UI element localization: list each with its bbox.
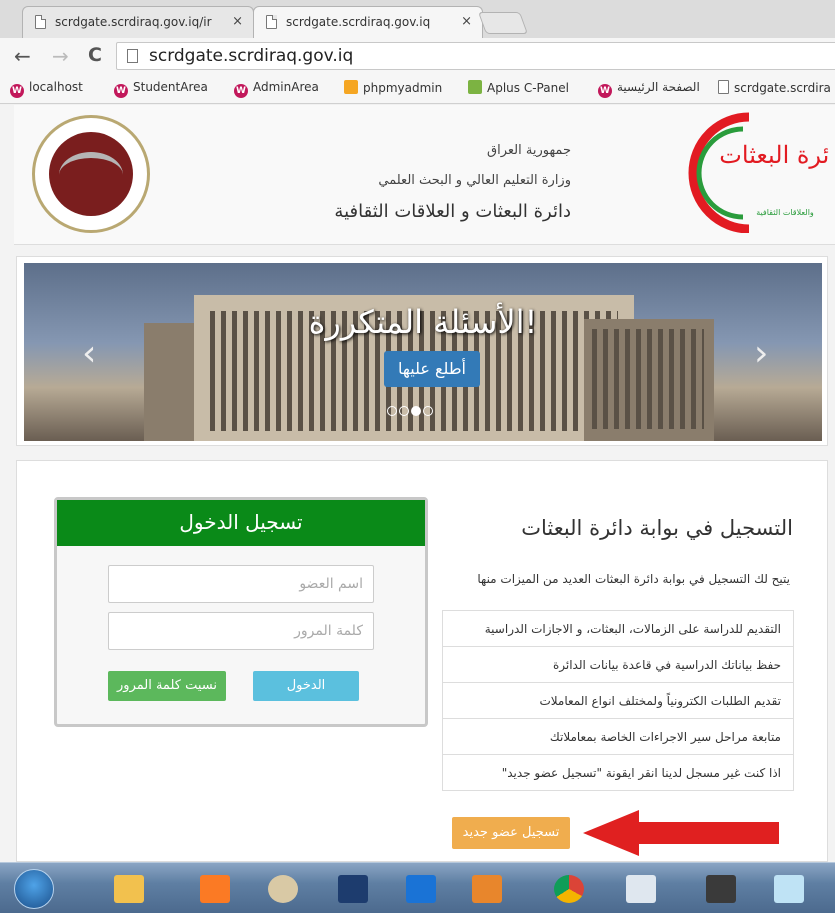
username-input[interactable]	[109, 566, 373, 602]
carousel-dot-active[interactable]	[411, 406, 421, 416]
web-page: جمهورية العراق وزارة التعليم العالي و ال…	[0, 105, 835, 862]
tab-inactive[interactable]: scrdgate.scrdiraq.gov.iq/ir ×	[22, 6, 254, 38]
page-icon	[35, 15, 46, 29]
forgot-password-button[interactable]: نسيت كلمة المرور	[108, 671, 226, 701]
list-item: متابعة مراحل سير الاجراءات الخاصة بمعامل…	[442, 718, 794, 755]
login-button[interactable]: الدخول	[253, 671, 359, 701]
register-button[interactable]: تسجيل عضو جديد	[452, 817, 570, 849]
registration-title: التسجيل في بوابة دائرة البعثات	[521, 516, 793, 540]
logo-subtitle: والعلاقات الثقافية	[756, 208, 814, 217]
header-ministry: وزارة التعليم العالي و البحث العلمي	[378, 173, 571, 188]
carousel-dot[interactable]	[387, 406, 397, 416]
faq-button[interactable]: أطلع عليها	[384, 351, 480, 387]
new-tab-button[interactable]	[477, 12, 529, 34]
features-list: التقديم للدراسة على الزمالات، البعثات، و…	[442, 610, 794, 791]
list-item: التقديم للدراسة على الزمالات، البعثات، و…	[442, 610, 794, 647]
carousel-dot[interactable]	[399, 406, 409, 416]
tab-title: scrdgate.scrdiraq.gov.iq	[286, 15, 431, 29]
start-orb-icon[interactable]	[10, 869, 58, 909]
list-item: اذا كنت غير مسجل لدينا انقر ايقونة "تسجي…	[442, 754, 794, 791]
windows-taskbar	[0, 862, 835, 913]
login-title: تسجيل الدخول	[57, 500, 425, 546]
sublime-text-icon[interactable]	[692, 869, 750, 909]
list-item: تقديم الطلبات الكترونياً ولمختلف انواع ا…	[442, 682, 794, 719]
carousel-dot[interactable]	[423, 406, 433, 416]
list-item: حفظ بياناتك الدراسية في قاعدة بيانات الد…	[442, 646, 794, 683]
bookmark-home[interactable]: W الصفحة الرئيسية	[598, 80, 700, 98]
bookmarks-bar: Wlocalhost W StudentArea W AdminArea phpmy…	[0, 74, 835, 104]
bookmark-studentarea[interactable]: W StudentArea	[114, 80, 208, 98]
notepad-icon[interactable]	[760, 869, 818, 909]
address-url: scrdgate.scrdiraq.gov.iq	[149, 46, 354, 66]
w-icon: W	[10, 84, 24, 98]
window-icon[interactable]	[612, 869, 670, 909]
address-bar[interactable]: scrdgate.scrdiraq.gov.iq	[116, 42, 835, 70]
red-arrow-annotation	[583, 810, 779, 856]
password-input[interactable]	[109, 613, 373, 649]
paint-icon[interactable]	[254, 869, 312, 909]
aplus-icon	[468, 80, 482, 94]
close-tab-icon[interactable]: ×	[461, 14, 472, 29]
password-field[interactable]	[108, 612, 374, 650]
browser-toolbar: ← → C scrdgate.scrdiraq.gov.iq	[0, 38, 835, 74]
bookmark-aplus[interactable]: Aplus C-Panel	[468, 80, 569, 95]
carousel-slide[interactable]: الأسئلة المتكررة! أطلع عليها ‹ ›	[24, 263, 822, 441]
remote-desktop-icon[interactable]	[324, 869, 382, 909]
close-tab-icon[interactable]: ×	[232, 14, 243, 29]
pma-icon	[344, 80, 358, 94]
back-icon[interactable]: ←	[14, 44, 31, 68]
bookmark-localhost[interactable]: Wlocalhost	[10, 80, 83, 98]
w-icon: W	[114, 84, 128, 98]
w-icon: W	[598, 84, 612, 98]
header-department: دائرة البعثات و العلاقات الثقافية	[334, 201, 571, 222]
image-carousel: الأسئلة المتكررة! أطلع عليها ‹ ›	[16, 256, 828, 446]
header-republic: جمهورية العراق	[487, 143, 571, 158]
bookmark-scrdgate[interactable]: scrdgate.scrdira	[718, 80, 831, 95]
w-icon: W	[234, 84, 248, 98]
carousel-prev-icon[interactable]: ‹	[82, 333, 96, 374]
carousel-next-icon[interactable]: ›	[754, 333, 768, 374]
media-player-icon[interactable]	[458, 869, 516, 909]
chrome-icon[interactable]	[540, 869, 598, 909]
username-field[interactable]	[108, 565, 374, 603]
main-content: تسجيل الدخول الدخول نسيت كلمة المرور الت…	[16, 460, 828, 862]
xampp-icon[interactable]	[186, 869, 244, 909]
reload-icon[interactable]: C	[88, 44, 102, 66]
ministry-logo	[32, 115, 150, 233]
site-header: جمهورية العراق وزارة التعليم العالي و ال…	[14, 105, 835, 245]
logo-title: دائرة البعثات	[719, 141, 829, 169]
carousel-indicators	[386, 401, 434, 420]
department-logo: دائرة البعثات والعلاقات الثقافية	[688, 112, 829, 233]
carousel-caption: الأسئلة المتكررة!	[308, 303, 538, 341]
page-icon	[127, 49, 138, 63]
login-panel: تسجيل الدخول الدخول نسيت كلمة المرور	[54, 497, 428, 727]
page-icon	[266, 15, 277, 29]
file-explorer-icon[interactable]	[100, 869, 158, 909]
forward-icon[interactable]: →	[52, 44, 69, 68]
registration-subtitle: يتيح لك التسجيل في بوابة دائرة البعثات ا…	[477, 572, 790, 586]
page-icon	[718, 80, 729, 94]
tab-title: scrdgate.scrdiraq.gov.iq/ir	[55, 15, 212, 29]
teamviewer-icon[interactable]	[392, 869, 450, 909]
tab-active[interactable]: scrdgate.scrdiraq.gov.iq ×	[253, 6, 483, 39]
bookmark-adminarea[interactable]: W AdminArea	[234, 80, 319, 98]
tab-bar: scrdgate.scrdiraq.gov.iq/ir × scrdgate.s…	[0, 0, 835, 39]
bookmark-phpmyadmin[interactable]: phpmyadmin	[344, 80, 442, 95]
